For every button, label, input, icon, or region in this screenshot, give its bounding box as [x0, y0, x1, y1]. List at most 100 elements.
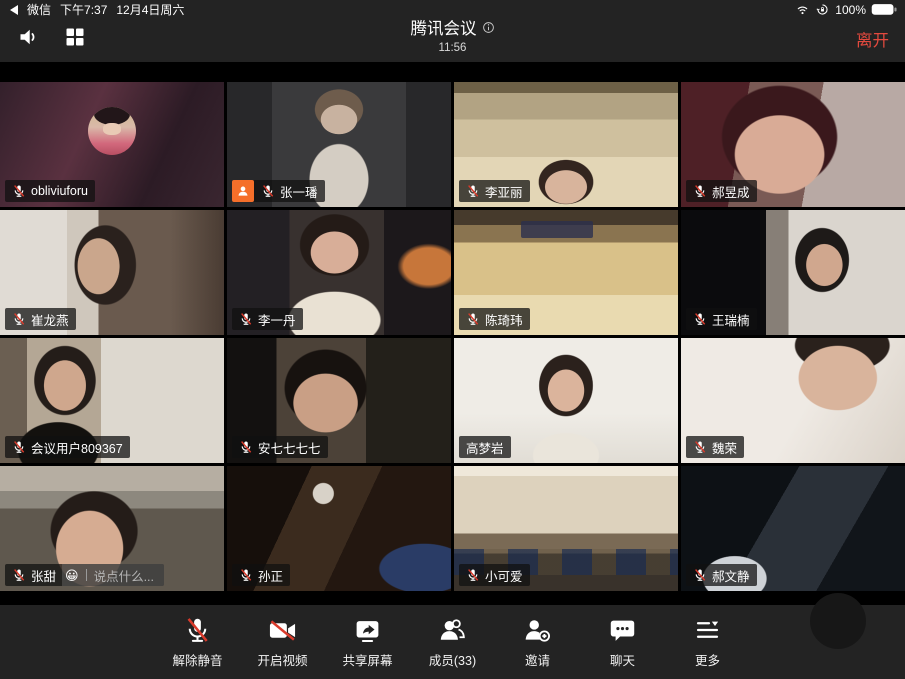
status-date: 12月4日周六	[116, 1, 184, 18]
bottom-toolbar: 解除静音 开启视频 共享屏幕 成员(33) 邀请 聊天 更多	[0, 605, 905, 679]
participant-tile-7[interactable]: 陈琦玮	[454, 210, 678, 335]
participant-chip: obliviuforu	[5, 180, 95, 202]
participant-chip: 陈琦玮	[459, 308, 530, 330]
start-video-button[interactable]: 开启视频	[254, 616, 312, 669]
quick-chat-placeholder[interactable]: 说点什么...	[94, 566, 154, 585]
participant-name: 张甜	[31, 566, 56, 585]
participant-chip: 王瑞楠	[686, 308, 757, 330]
more-menu-icon	[693, 616, 722, 645]
camera-off-icon	[268, 616, 297, 645]
mic-muted-icon	[466, 312, 480, 326]
participant-tile-10[interactable]: 安七七七七	[227, 338, 451, 463]
participant-tile-3[interactable]: 李亚丽	[454, 82, 678, 207]
avatar	[88, 107, 136, 155]
info-icon[interactable]	[482, 21, 495, 34]
mic-muted-icon	[12, 184, 26, 198]
participant-name: 李一丹	[258, 310, 296, 329]
share-screen-button[interactable]: 共享屏幕	[339, 616, 397, 669]
participant-chip: 郝文静	[686, 564, 757, 586]
mic-muted-icon	[12, 568, 26, 582]
meeting-header: 微信 下午7:37 12月4日周六 100%	[0, 0, 905, 62]
mic-muted-icon	[466, 568, 480, 582]
participant-name: 高梦岩	[466, 438, 504, 457]
speaker-icon[interactable]	[16, 24, 42, 50]
members-button[interactable]: 成员(33)	[424, 616, 482, 669]
participant-tile-16[interactable]: 郝文静	[681, 466, 905, 591]
more-button[interactable]: 更多	[679, 616, 737, 669]
participant-tile-9[interactable]: 会议用户809367	[0, 338, 224, 463]
mic-muted-icon	[693, 312, 707, 326]
participant-name: 郝文静	[712, 566, 750, 585]
share-screen-label: 共享屏幕	[342, 650, 392, 669]
participant-tile-15[interactable]: 小可爱	[454, 466, 678, 591]
participant-tile-2[interactable]: 张一璠	[227, 82, 451, 207]
wifi-icon	[795, 3, 810, 16]
back-app-label[interactable]: 微信	[27, 1, 51, 18]
participant-chip: 小可爱	[459, 564, 530, 586]
participant-tile-1[interactable]: obliviuforu	[0, 82, 224, 207]
emoji-icon[interactable]: 😀	[65, 569, 79, 582]
participant-name: 会议用户809367	[31, 438, 123, 457]
participant-name: 安七七七七	[258, 438, 321, 457]
invite-button[interactable]: 邀请	[509, 616, 567, 669]
mic-muted-icon	[261, 184, 275, 198]
mic-muted-icon	[183, 616, 212, 645]
participant-name: 张一璠	[280, 182, 318, 201]
page-title: 腾讯会议	[411, 15, 477, 39]
participant-chip: 安七七七七	[232, 436, 328, 458]
mic-muted-icon	[693, 568, 707, 582]
participant-tile-8[interactable]: 王瑞楠	[681, 210, 905, 335]
participant-chip: 魏荣	[686, 436, 744, 458]
participant-tile-14[interactable]: 孙正	[227, 466, 451, 591]
invite-label: 邀请	[525, 650, 550, 669]
share-screen-icon	[353, 616, 382, 645]
grid-layout-icon[interactable]	[62, 24, 88, 50]
participant-tile-12[interactable]: 魏荣	[681, 338, 905, 463]
unmute-label: 解除静音	[172, 650, 222, 669]
status-time: 下午7:37	[60, 1, 107, 18]
participant-name: 魏荣	[712, 438, 737, 457]
participant-chip: 会议用户809367	[5, 436, 130, 458]
participant-tile-11[interactable]: 高梦岩	[454, 338, 678, 463]
members-icon	[438, 616, 467, 645]
participant-chip: 张一璠	[232, 180, 325, 202]
participant-name: 郝昱成	[712, 182, 750, 201]
participant-chip: 高梦岩	[459, 436, 511, 458]
chat-button[interactable]: 聊天	[594, 616, 652, 669]
participant-name: 小可爱	[485, 566, 523, 585]
participant-name: 王瑞楠	[712, 310, 750, 329]
mic-muted-icon	[693, 440, 707, 454]
mic-muted-icon	[12, 440, 26, 454]
orientation-lock-icon	[815, 3, 830, 16]
start-video-label: 开启视频	[257, 650, 307, 669]
participant-chip: 崔龙燕	[5, 308, 76, 330]
participant-name: 陈琦玮	[485, 310, 523, 329]
unmute-button[interactable]: 解除静音	[169, 616, 227, 669]
participant-tile-4[interactable]: 郝昱成	[681, 82, 905, 207]
mic-muted-icon	[239, 312, 253, 326]
back-to-app-icon[interactable]	[10, 5, 18, 15]
floating-handle	[810, 593, 866, 649]
meeting-elapsed-time: 11:56	[411, 42, 495, 54]
mic-muted-icon	[239, 440, 253, 454]
participant-chip: 孙正	[232, 564, 290, 586]
tencent-meeting-app: 微信 下午7:37 12月4日周六 100%	[0, 0, 905, 679]
video-grid: obliviuforu 张一璠 李亚丽 郝昱成 崔龙燕	[0, 82, 905, 591]
mic-muted-icon	[693, 184, 707, 198]
participant-tile-5[interactable]: 崔龙燕	[0, 210, 224, 335]
participant-chip: 张甜 😀 说点什么...	[5, 564, 164, 586]
host-badge-icon	[232, 180, 254, 202]
leave-button[interactable]: 离开	[856, 27, 889, 51]
invite-person-icon	[523, 616, 552, 645]
battery-percent: 100%	[835, 3, 866, 17]
mic-muted-icon	[12, 312, 26, 326]
participant-tile-6[interactable]: 李一丹	[227, 210, 451, 335]
participant-name: 孙正	[258, 566, 283, 585]
participant-name: obliviuforu	[31, 184, 88, 198]
mic-muted-icon	[239, 568, 253, 582]
quick-chat-bar[interactable]: 😀 说点什么...	[62, 564, 164, 586]
meeting-title-block: 腾讯会议 11:56	[411, 15, 495, 54]
more-label: 更多	[695, 650, 720, 669]
divider	[86, 569, 87, 581]
participant-tile-13[interactable]: 张甜 😀 说点什么...	[0, 466, 224, 591]
